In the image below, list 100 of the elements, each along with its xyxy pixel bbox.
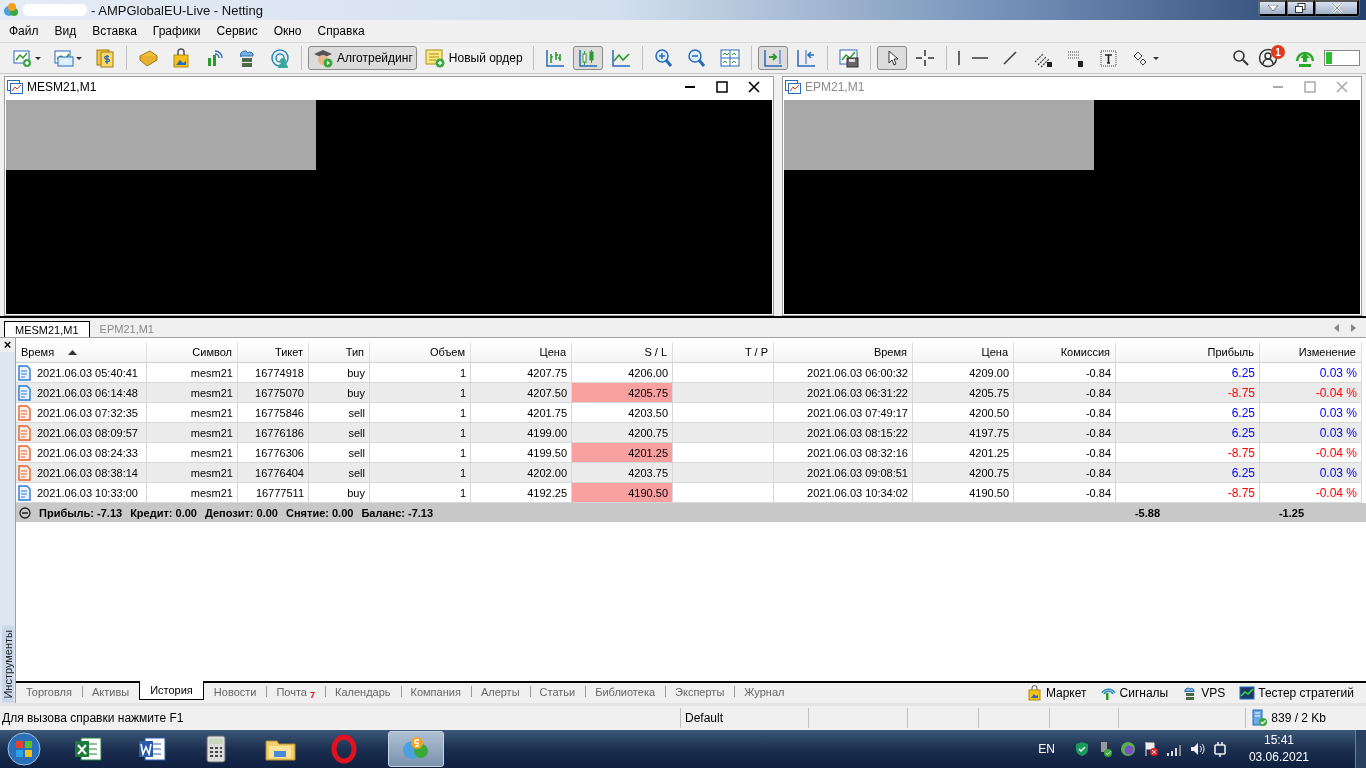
panel-tab[interactable]: Новости bbox=[203, 683, 267, 700]
table-cell: buy bbox=[309, 383, 370, 403]
menu-item[interactable]: Справка bbox=[310, 21, 374, 41]
chart-window-icon bbox=[53, 48, 83, 68]
table-cell: 4201.25 bbox=[572, 443, 673, 463]
summary-text: Прибыль: -7.13 bbox=[39, 506, 123, 519]
table-cell: 2021.06.03 06:14:48 bbox=[16, 383, 147, 403]
clock-date[interactable]: 03.06.2021 bbox=[1248, 749, 1309, 766]
toolbar-button[interactable]: Новый ордер bbox=[419, 46, 527, 70]
restore-button[interactable] bbox=[1287, 0, 1315, 16]
menu-item[interactable]: Сервис bbox=[209, 21, 267, 41]
table-cell: 4207.50 bbox=[471, 383, 572, 403]
panel-tab[interactable]: Журнал bbox=[734, 683, 795, 700]
column-header[interactable]: S / L bbox=[572, 342, 673, 363]
candlestick-icon bbox=[576, 48, 599, 68]
table-cell: 2021.06.03 09:08:51 bbox=[774, 463, 913, 483]
column-header[interactable]: Тикет bbox=[238, 342, 309, 363]
panel-label[interactable]: Инструменты bbox=[1, 626, 14, 703]
minimize-icon bbox=[684, 86, 696, 88]
notification-badge: 1 bbox=[1271, 45, 1285, 59]
service-link[interactable]: Тестер стратегий bbox=[1239, 685, 1354, 701]
clock-time[interactable]: 15:41 bbox=[1263, 732, 1294, 749]
account-icon[interactable] bbox=[1258, 48, 1278, 68]
document-icon bbox=[18, 384, 31, 401]
summary-text: Снятие: 0.00 bbox=[286, 506, 354, 519]
speaker-icon bbox=[1188, 741, 1205, 757]
document-icon bbox=[18, 444, 31, 461]
dollar-pages-icon bbox=[94, 48, 116, 68]
language-indicator[interactable]: EN bbox=[1038, 742, 1055, 756]
column-header[interactable]: Цена bbox=[913, 342, 1014, 363]
close-icon bbox=[1336, 81, 1348, 93]
table-cell: 2021.06.03 08:38:14 bbox=[16, 463, 147, 483]
table-cell: sell bbox=[309, 423, 370, 443]
chart-tab[interactable]: MESM21,M1 bbox=[4, 321, 90, 337]
service-link[interactable]: Маркет bbox=[1026, 685, 1087, 701]
horizontal-line-icon bbox=[971, 56, 988, 60]
column-header[interactable]: Время bbox=[16, 342, 147, 363]
table-cell: 2021.06.03 08:09:57 bbox=[16, 423, 147, 443]
column-header[interactable]: Изменение bbox=[1260, 342, 1362, 363]
table-cell: 2021.06.03 06:31:22 bbox=[774, 383, 913, 403]
show-desktop-button[interactable] bbox=[1355, 730, 1366, 768]
sort-ascending-icon bbox=[68, 349, 78, 355]
panel-tab[interactable]: Календарь bbox=[325, 683, 401, 700]
table-cell: 16776186 bbox=[238, 423, 309, 443]
person-icon bbox=[269, 48, 291, 68]
scroll-left-icon[interactable] bbox=[1334, 323, 1340, 332]
document-icon bbox=[18, 484, 31, 501]
table-cell: 16775070 bbox=[238, 383, 309, 403]
toolbar-button[interactable]: Алготрейдинг bbox=[308, 46, 417, 70]
menu-item[interactable]: Вставка bbox=[85, 21, 146, 41]
menu-item[interactable]: Окно bbox=[266, 21, 311, 41]
graduation-cap-icon bbox=[312, 48, 334, 68]
menu-item[interactable]: Файл bbox=[2, 21, 48, 41]
column-header[interactable]: Объем bbox=[370, 342, 471, 363]
connection-meter-icon bbox=[1324, 50, 1360, 66]
traffic-text: 839 / 2 Kb bbox=[1271, 711, 1326, 725]
column-header[interactable]: Тип bbox=[309, 342, 370, 363]
column-header[interactable]: T / P bbox=[673, 342, 774, 363]
chart-shift-icon bbox=[794, 48, 817, 68]
panel-tab[interactable]: Торговля bbox=[16, 683, 82, 700]
toolbar-button[interactable] bbox=[876, 46, 907, 70]
table-cell: 4197.75 bbox=[913, 423, 1014, 443]
table-cell: mesm21 bbox=[147, 383, 238, 403]
column-header[interactable]: Цена bbox=[471, 342, 572, 363]
panel-tab[interactable]: Библиотека bbox=[585, 683, 666, 700]
column-header[interactable]: Комиссия bbox=[1014, 342, 1116, 363]
minimize-icon bbox=[1272, 86, 1284, 88]
panel-tab[interactable]: Статьи bbox=[529, 683, 586, 700]
menu-item[interactable]: Вид bbox=[47, 21, 86, 41]
summary-text: Баланс: -7.13 bbox=[361, 506, 434, 519]
table-cell: 4199.00 bbox=[471, 423, 572, 443]
panel-tab[interactable]: Компания bbox=[400, 683, 471, 700]
search-icon[interactable] bbox=[1232, 49, 1250, 67]
close-button[interactable] bbox=[1315, 0, 1359, 16]
panel-tab[interactable]: Почта 7 bbox=[266, 683, 325, 700]
table-cell: mesm21 bbox=[147, 463, 238, 483]
minimize-button[interactable] bbox=[1259, 0, 1287, 16]
maximize-icon bbox=[716, 81, 728, 93]
service-link[interactable]: VPS bbox=[1182, 685, 1226, 701]
mail-count: 7 bbox=[310, 690, 315, 700]
collapse-icon[interactable] bbox=[19, 506, 31, 519]
crosshair-icon bbox=[913, 48, 936, 68]
window-title: - AMPGlobalEU-Live - Netting bbox=[91, 2, 263, 18]
column-header[interactable]: Прибыль bbox=[1116, 342, 1260, 363]
panel-tab[interactable]: Алерты bbox=[470, 683, 530, 700]
column-header[interactable]: Время bbox=[774, 342, 913, 363]
template-icon bbox=[837, 48, 860, 68]
chart-title: EPM21,M1 bbox=[805, 80, 865, 94]
panel-close-button[interactable]: × bbox=[0, 338, 15, 352]
menu-item[interactable]: Графики bbox=[145, 21, 210, 41]
document-icon bbox=[18, 424, 31, 441]
service-link[interactable]: Сигналы bbox=[1100, 685, 1169, 701]
column-header[interactable]: Символ bbox=[147, 342, 238, 363]
document-icon bbox=[18, 364, 31, 381]
panel-tab[interactable]: Эксперты bbox=[665, 683, 735, 700]
caret-icon bbox=[1267, 5, 1278, 11]
start-button[interactable] bbox=[4, 731, 44, 767]
panel-tab[interactable]: Активы bbox=[81, 683, 140, 700]
scroll-right-icon[interactable] bbox=[1350, 323, 1356, 332]
panel-tab[interactable]: История bbox=[139, 681, 204, 700]
